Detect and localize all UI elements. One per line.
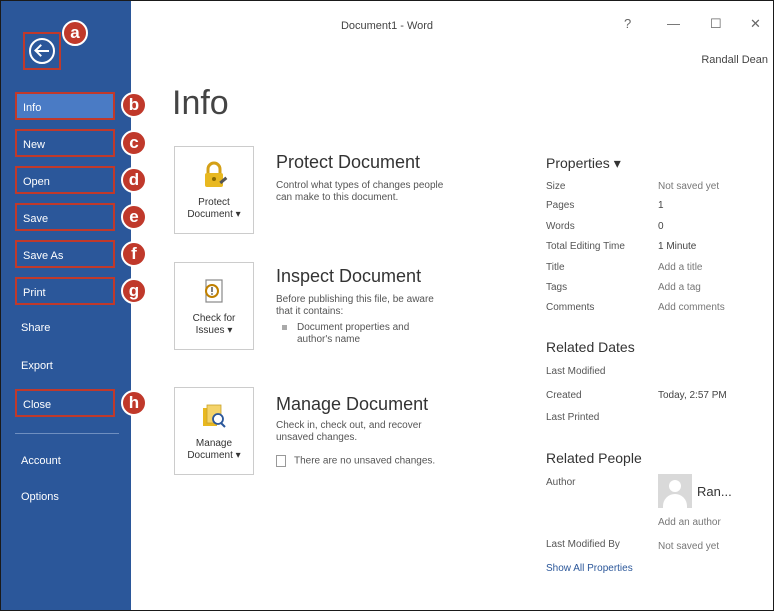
- sidebar-item-save[interactable]: Save: [15, 203, 115, 231]
- add-author-field[interactable]: Add an author: [658, 517, 721, 528]
- protect-document-button[interactable]: Protect Document ▾: [174, 146, 254, 234]
- manage-document-heading: Manage Document: [276, 394, 429, 414]
- show-all-properties-link[interactable]: Show All Properties: [546, 563, 633, 574]
- backstage-sidebar: Info New Open Save Save As Print Share E…: [1, 1, 131, 610]
- user-name[interactable]: Randall Dean: [701, 54, 768, 66]
- property-key: Pages: [546, 200, 575, 211]
- lock-icon: [205, 161, 228, 187]
- related-dates-heading: Related Dates: [546, 339, 635, 355]
- inspect-document-icon: [205, 279, 223, 303]
- property-key: Comments: [546, 302, 595, 313]
- property-key: Title: [546, 262, 565, 273]
- callout-badge: d: [121, 167, 147, 193]
- created-label: Created: [546, 390, 582, 401]
- maximize-button[interactable]: ☐: [710, 16, 722, 32]
- title-field[interactable]: Add a title: [658, 262, 702, 273]
- property-key: Tags: [546, 282, 568, 293]
- property-value: 1 Minute: [658, 241, 697, 252]
- tile-label-line: Manage: [195, 438, 233, 449]
- tile-label-line: Document ▾: [187, 209, 241, 220]
- property-value: 0: [658, 221, 664, 232]
- tile-label-line: Issues ▾: [195, 325, 233, 336]
- sidebar-item-account[interactable]: Account: [15, 447, 115, 475]
- sidebar-item-options[interactable]: Options: [15, 483, 115, 511]
- sidebar-item-export[interactable]: Export: [15, 352, 115, 380]
- callout-badge: g: [121, 278, 147, 304]
- back-button[interactable]: [23, 32, 61, 70]
- close-window-button[interactable]: ✕: [750, 16, 761, 32]
- last-printed-label: Last Printed: [546, 412, 600, 423]
- sidebar-item-new[interactable]: New: [15, 129, 115, 157]
- bullet-icon: [282, 324, 287, 330]
- help-button[interactable]: ?: [624, 16, 631, 31]
- sidebar-divider: [15, 433, 119, 434]
- document-icon: [276, 455, 286, 467]
- tags-field[interactable]: Add a tag: [658, 282, 701, 293]
- callout-badge: b: [121, 92, 147, 118]
- last-modified-label: Last Modified: [546, 366, 606, 377]
- property-value: Not saved yet: [658, 181, 720, 192]
- created-value: Today, 2:57 PM: [658, 390, 727, 401]
- sidebar-item-close[interactable]: Close: [15, 389, 115, 417]
- check-for-issues-button[interactable]: Check for Issues ▾: [174, 262, 254, 350]
- window-title: Document1 - Word: [340, 20, 434, 32]
- property-key: Total Editing Time: [546, 241, 625, 252]
- sidebar-item-open[interactable]: Open: [15, 166, 115, 194]
- sidebar-item-save-as[interactable]: Save As: [15, 240, 115, 268]
- callout-badge: c: [121, 130, 147, 156]
- protect-document-description: Control what types of changes people can…: [276, 180, 444, 203]
- property-key: Size: [546, 181, 566, 192]
- tile-label-line: Document ▾: [187, 450, 241, 461]
- avatar: [658, 474, 692, 508]
- minimize-button[interactable]: —: [667, 16, 680, 31]
- property-key: Words: [546, 221, 575, 232]
- author-name[interactable]: Ran...: [697, 484, 732, 499]
- inspect-document-description: Before publishing this file, be aware th…: [276, 294, 434, 317]
- tile-label-line: Protect: [198, 197, 230, 208]
- related-people-heading: Related People: [546, 450, 642, 466]
- sidebar-item-share[interactable]: Share: [15, 314, 115, 342]
- author-label: Author: [546, 477, 576, 488]
- sidebar-item-print[interactable]: Print: [15, 277, 115, 305]
- callout-badge: f: [121, 241, 147, 267]
- manage-document-icon: [203, 404, 226, 428]
- callout-badge: e: [121, 204, 147, 230]
- back-arrow-icon: [29, 38, 55, 64]
- sidebar-item-info[interactable]: Info: [15, 92, 115, 120]
- unsaved-changes-note: There are no unsaved changes.: [276, 455, 496, 468]
- inspect-bullet: Document properties and author's name: [282, 322, 502, 346]
- inspect-document-heading: Inspect Document: [276, 266, 422, 286]
- comments-field[interactable]: Add comments: [658, 302, 725, 313]
- tile-label-line: Check for: [192, 313, 236, 324]
- manage-document-button[interactable]: Manage Document ▾: [174, 387, 254, 475]
- property-value: 1: [658, 200, 664, 211]
- manage-document-description: Check in, check out, and recover unsaved…: [276, 420, 422, 443]
- last-modified-by-label: Last Modified By: [546, 539, 620, 550]
- page-title: Info: [172, 84, 229, 122]
- last-modified-by-value: Not saved yet: [658, 541, 720, 552]
- protect-document-heading: Protect Document: [276, 152, 421, 172]
- properties-heading[interactable]: Properties ▾: [546, 155, 621, 172]
- callout-badge: h: [121, 390, 147, 416]
